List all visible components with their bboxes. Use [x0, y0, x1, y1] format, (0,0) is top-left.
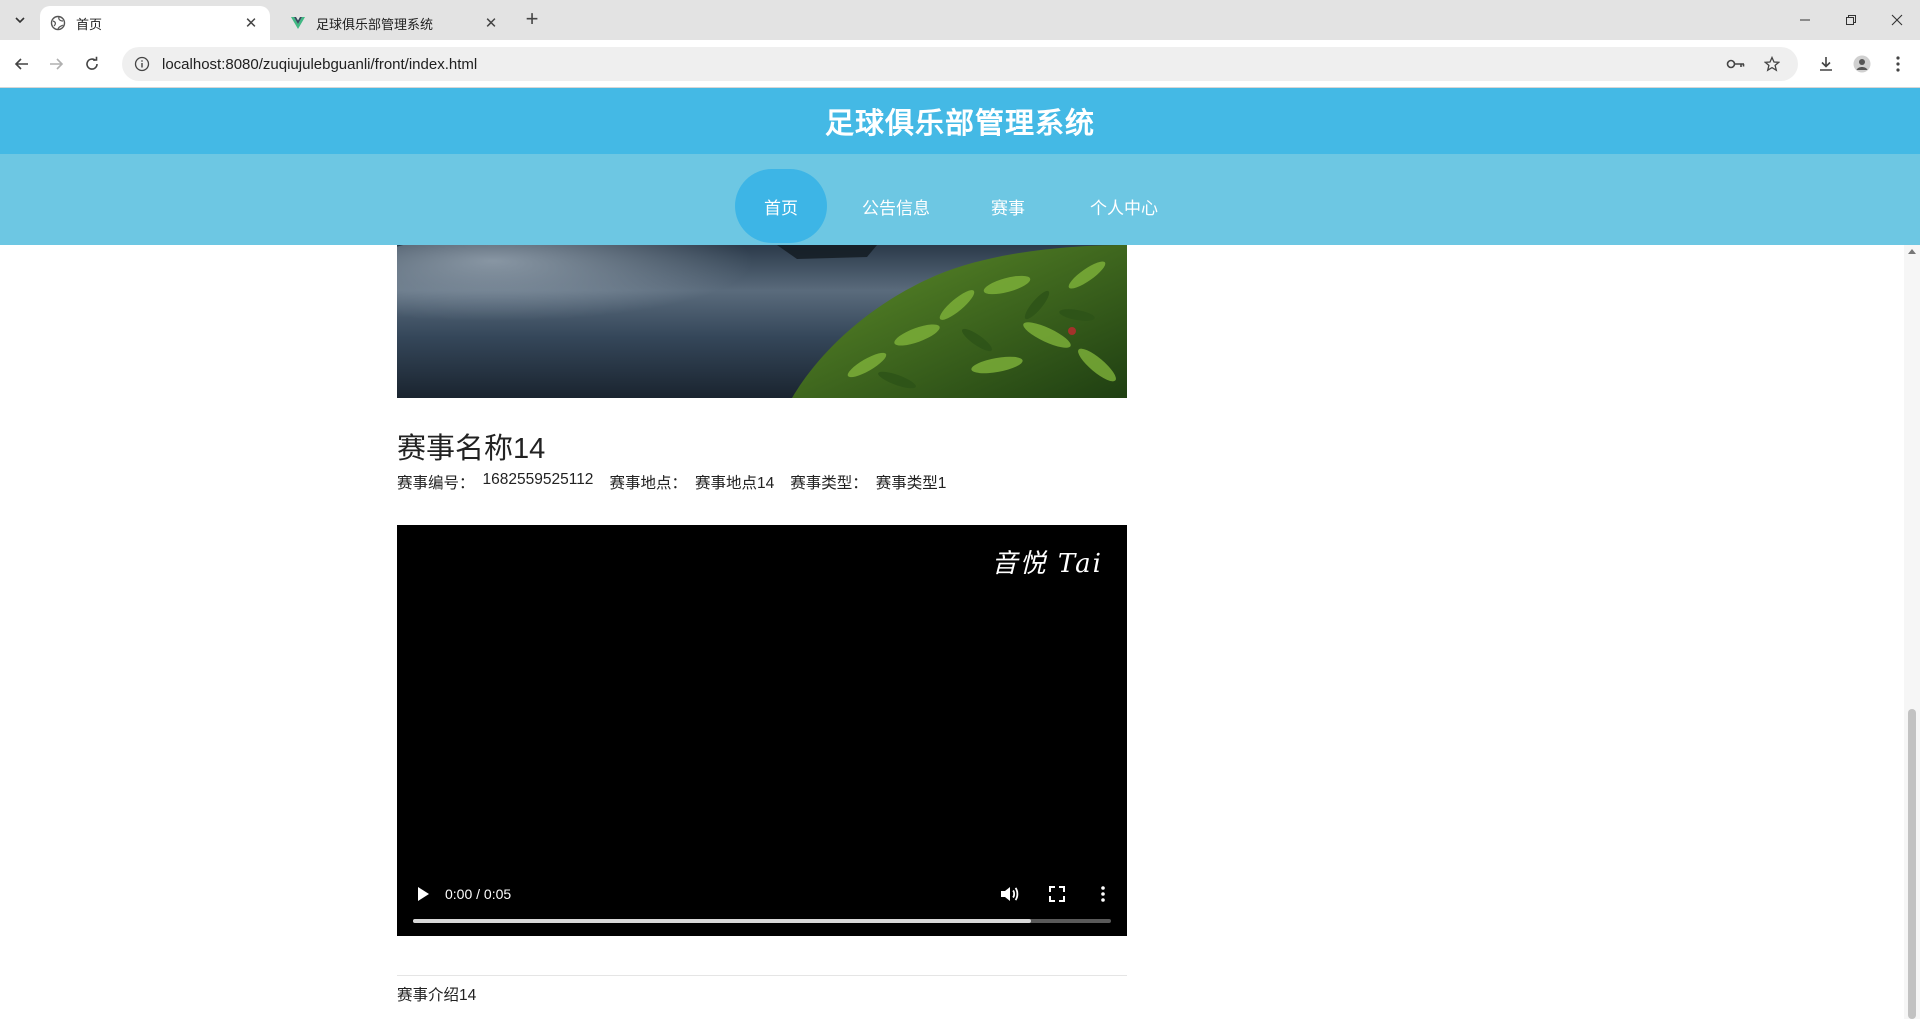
- event-location-value: 赛事地点14: [694, 475, 775, 492]
- menu-button[interactable]: [1885, 52, 1911, 76]
- chevron-down-icon: [15, 17, 25, 24]
- forward-button[interactable]: [44, 52, 68, 76]
- star-icon: [1764, 56, 1780, 72]
- scroll-up-arrow-icon[interactable]: [1908, 249, 1916, 254]
- profile-button[interactable]: [1849, 52, 1875, 76]
- site-header: 足球俱乐部管理系统: [0, 88, 1920, 154]
- tab-title: 首页: [76, 16, 103, 32]
- water-and-plants-photo: [397, 245, 1127, 398]
- more-vert-icon[interactable]: [1091, 882, 1115, 906]
- more-vert-icon: [1896, 56, 1900, 72]
- video-buffered-fill: [413, 919, 1032, 923]
- event-location-label: 赛事地点：: [609, 475, 687, 492]
- scroll-thumb[interactable]: [1908, 709, 1916, 1019]
- close-icon[interactable]: ✕: [242, 14, 260, 32]
- reload-button[interactable]: [80, 52, 104, 76]
- browser-tab-bar: 首页 ✕ 足球俱乐部管理系统 ✕ +: [0, 0, 1920, 40]
- reload-icon: [86, 56, 98, 70]
- video-watermark: 音悦 Tai: [991, 549, 1103, 579]
- page-viewport: 足球俱乐部管理系统 首页 公告信息 赛事 个人中心 赛事名称14 赛事编号： 1…: [0, 88, 1920, 1019]
- url-bar[interactable]: localhost:8080/zuqiujulebguanli/front/in…: [122, 47, 1798, 81]
- site-nav: 首页 公告信息 赛事 个人中心: [0, 154, 1920, 245]
- arrow-left-icon: [14, 58, 28, 70]
- event-title: 赛事名称14: [397, 433, 546, 465]
- fullscreen-icon[interactable]: [1045, 882, 1069, 906]
- vue-icon: [291, 17, 305, 29]
- address-bar: localhost:8080/zuqiujulebguanli/front/in…: [0, 40, 1920, 88]
- key-icon: [1726, 59, 1745, 69]
- event-video-player[interactable]: 音悦 Tai 0:00 / 0:05: [397, 525, 1127, 936]
- browser-tab-home[interactable]: 首页 ✕: [40, 6, 270, 40]
- avatar-icon: [1853, 55, 1871, 73]
- event-cover-image: [397, 245, 1127, 398]
- minimize-icon: [1800, 19, 1810, 21]
- event-meta: 赛事编号： 1682559525112 赛事地点： 赛事地点14 赛事类型： 赛…: [397, 471, 954, 493]
- info-icon[interactable]: [134, 56, 150, 72]
- divider: [397, 975, 1127, 976]
- new-tab-button[interactable]: +: [520, 8, 544, 32]
- close-window-button[interactable]: [1874, 0, 1920, 40]
- bookmark-button[interactable]: [1758, 47, 1786, 81]
- tab-search-button[interactable]: [8, 8, 32, 32]
- globe-icon: [50, 15, 66, 31]
- video-time: 0:00 / 0:05: [445, 886, 512, 902]
- event-type-label: 赛事类型：: [790, 475, 868, 492]
- event-number-label: 赛事编号：: [397, 475, 475, 492]
- nav-item-home[interactable]: 首页: [735, 169, 827, 243]
- arrow-right-icon: [50, 58, 64, 70]
- play-icon[interactable]: [415, 884, 431, 904]
- volume-icon[interactable]: [997, 882, 1021, 906]
- event-intro: 赛事介绍14: [397, 987, 477, 1004]
- password-key-button[interactable]: [1722, 47, 1750, 81]
- download-icon: [1820, 57, 1832, 71]
- back-button[interactable]: [10, 52, 34, 76]
- tab-title: 足球俱乐部管理系统: [316, 16, 434, 32]
- restore-button[interactable]: [1828, 0, 1874, 40]
- video-progress-bar[interactable]: [413, 919, 1111, 923]
- nav-item-personal-center[interactable]: 个人中心: [1080, 169, 1168, 243]
- site-title: 足球俱乐部管理系统: [824, 108, 1095, 140]
- close-icon: [1891, 14, 1903, 26]
- nav-item-events[interactable]: 赛事: [975, 169, 1041, 243]
- event-number-value: 1682559525112: [482, 471, 594, 488]
- browser-tab-club[interactable]: 足球俱乐部管理系统 ✕: [280, 6, 510, 40]
- page-scrollbar[interactable]: [1904, 245, 1920, 1019]
- nav-item-announcements[interactable]: 公告信息: [852, 169, 940, 243]
- minimize-button[interactable]: [1782, 0, 1828, 40]
- close-icon[interactable]: ✕: [482, 14, 500, 32]
- restore-icon: [1846, 15, 1856, 25]
- event-type-value: 赛事类型1: [875, 475, 947, 492]
- video-controls: 0:00 / 0:05: [397, 856, 1127, 936]
- downloads-button[interactable]: [1813, 52, 1839, 76]
- url-text[interactable]: localhost:8080/zuqiujulebguanli/front/in…: [162, 56, 477, 73]
